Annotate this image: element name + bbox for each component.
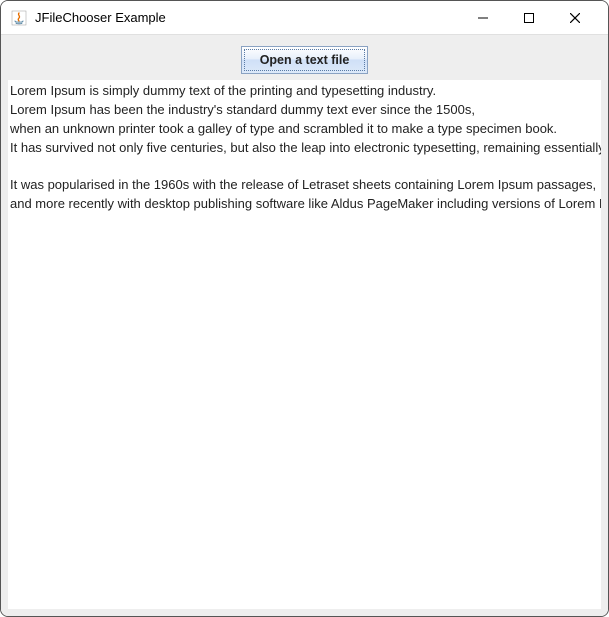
window-title: JFileChooser Example — [35, 10, 460, 25]
java-app-icon — [11, 10, 27, 26]
open-file-button[interactable]: Open a text file — [241, 46, 369, 74]
application-window: JFileChooser Example Open a text — [0, 0, 609, 617]
button-panel: Open a text file — [8, 42, 601, 80]
window-controls — [460, 3, 598, 33]
maximize-icon — [524, 13, 534, 23]
maximize-button[interactable] — [506, 3, 552, 33]
content-pane: Open a text file — [1, 35, 608, 616]
file-content-textarea[interactable] — [8, 80, 601, 609]
minimize-button[interactable] — [460, 3, 506, 33]
minimize-icon — [478, 13, 488, 23]
titlebar[interactable]: JFileChooser Example — [1, 1, 608, 35]
close-button[interactable] — [552, 3, 598, 33]
close-icon — [570, 13, 580, 23]
